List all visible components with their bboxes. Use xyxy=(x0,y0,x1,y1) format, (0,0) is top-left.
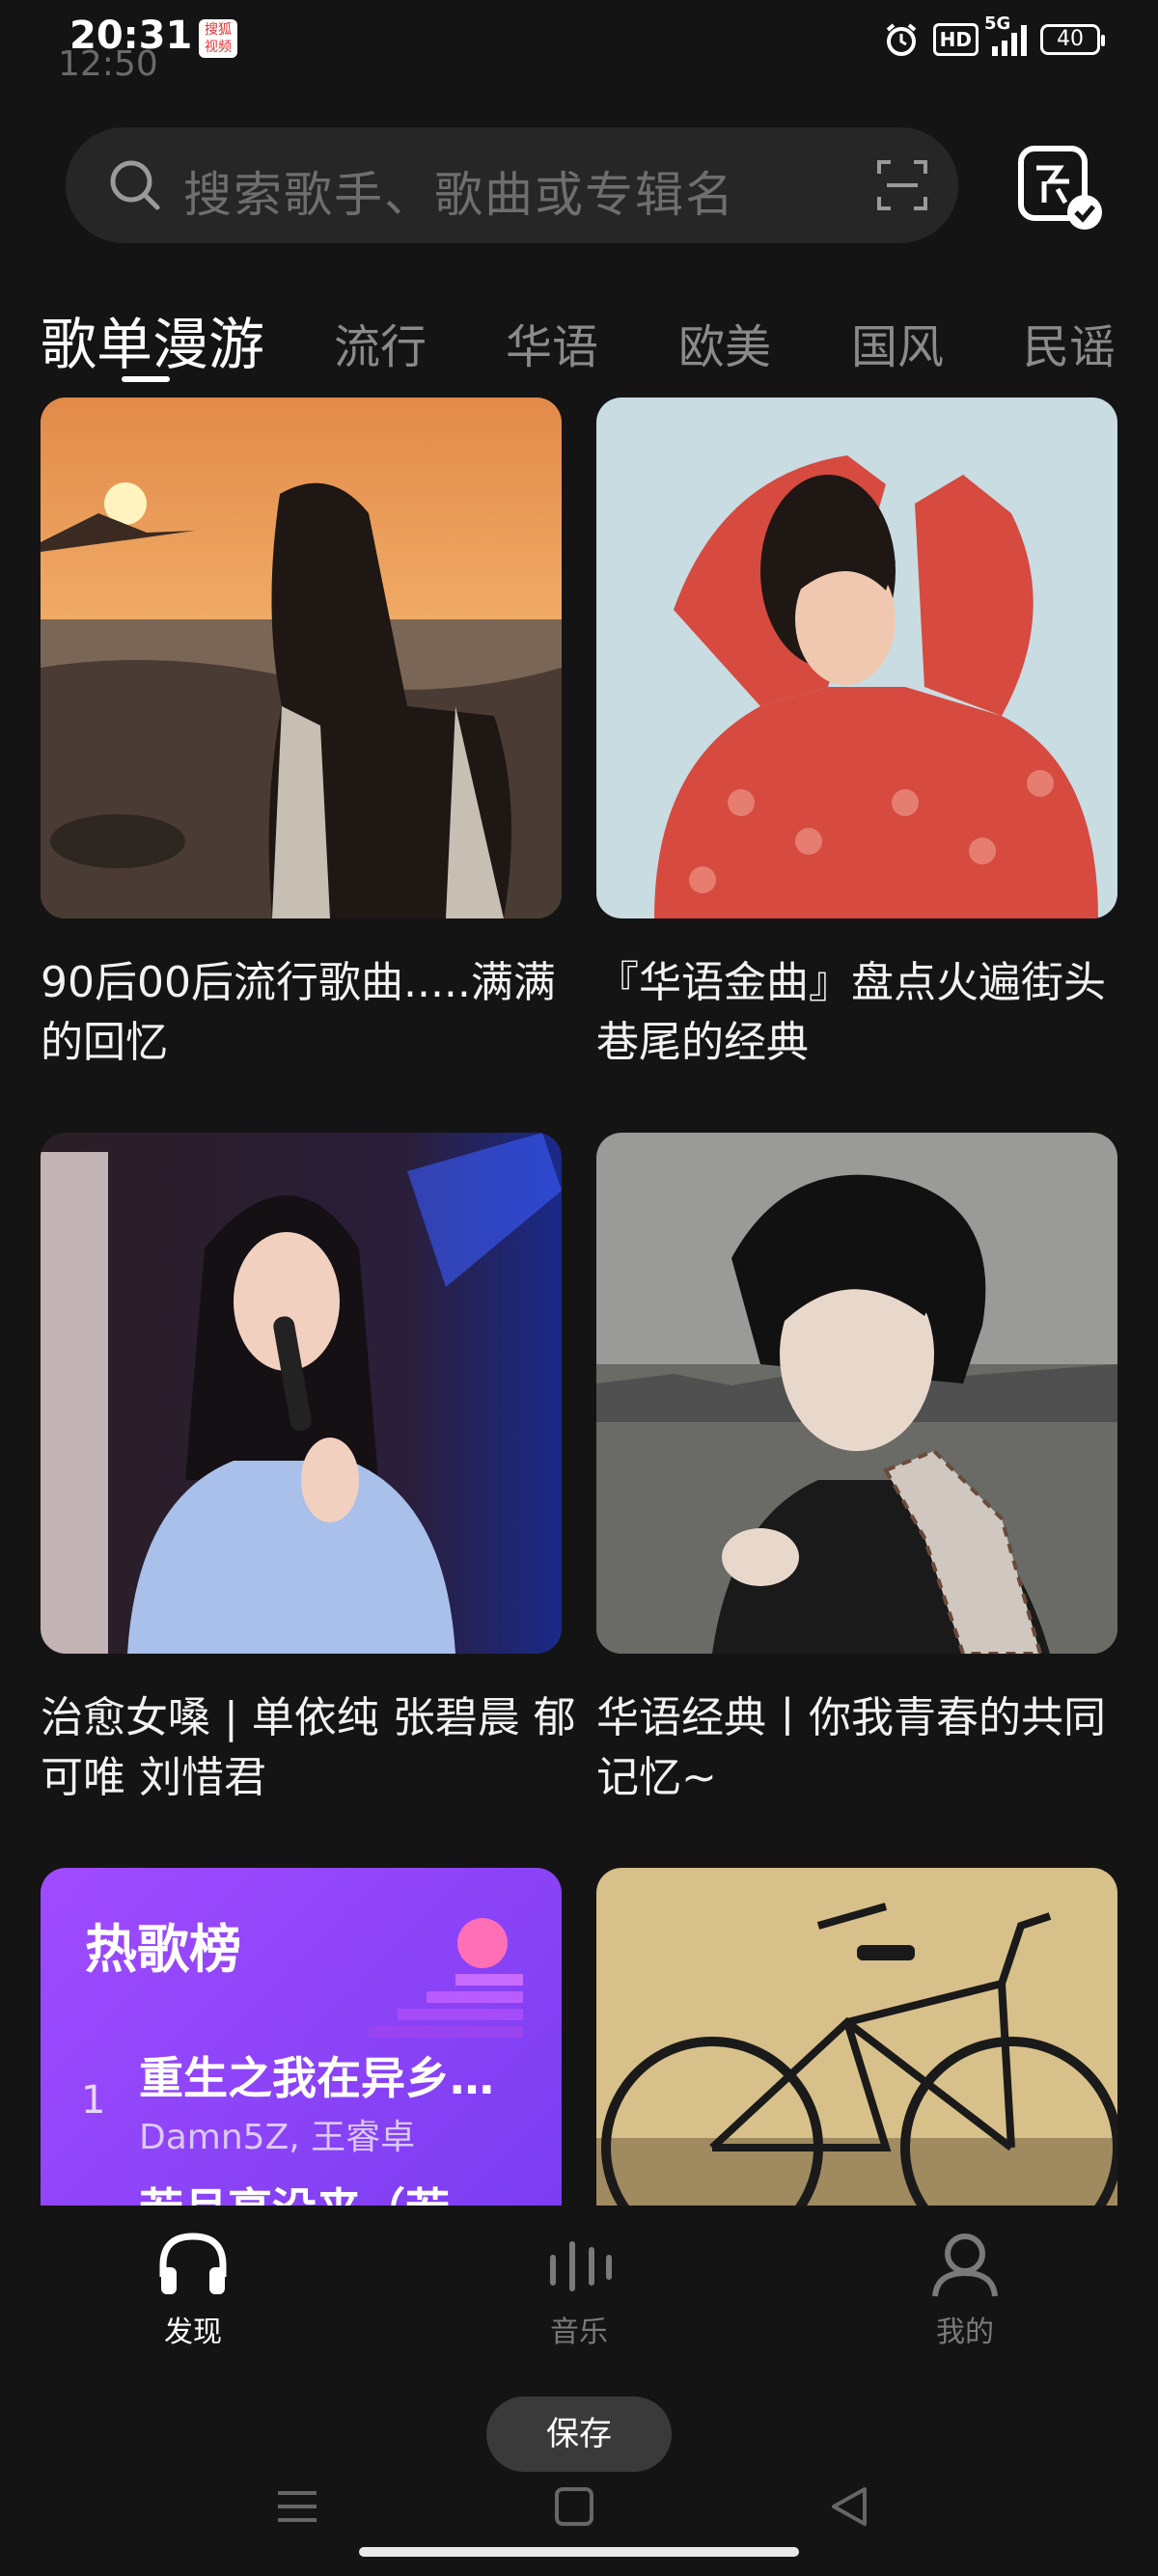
network-label: 5G xyxy=(984,14,1011,34)
search-icon xyxy=(110,160,160,210)
hot-song-title[interactable]: 重生之我在异乡… xyxy=(139,2043,494,2107)
playlist-title[interactable]: 『华语金曲』盘点火遍街头巷尾的经典 xyxy=(596,953,1137,1073)
search-bar[interactable]: 搜索歌手、歌曲或专辑名 xyxy=(66,127,958,243)
signal-icon: 5G xyxy=(984,14,1027,56)
free-mode-icon[interactable] xyxy=(1015,143,1108,235)
hot-song-artist: Damn5Z, 王睿卓 xyxy=(139,2118,416,2157)
nav-label-mine: 我的 xyxy=(936,2316,994,2349)
tab-folk[interactable]: 民谣 xyxy=(1023,309,1116,376)
nav-label-music: 音乐 xyxy=(550,2316,608,2349)
hot-chart-cover[interactable]: 热歌榜 1 重生之我在异乡… Damn5Z, 王睿卓 若月亮没来（若 xyxy=(41,1868,562,2206)
playlist-title[interactable]: 华语经典丨你我青春的共同记忆~ xyxy=(596,1688,1137,1808)
battery-icon: 40 xyxy=(1040,24,1105,55)
playlist-title[interactable]: 治愈女嗓 | 单依纯 张碧晨 郁可唯 刘惜君 xyxy=(41,1688,581,1808)
headphones-icon xyxy=(159,2233,227,2294)
playlist-cover-image[interactable] xyxy=(596,397,1117,918)
music-bars-icon xyxy=(550,2241,612,2291)
tab-chinese[interactable]: 华语 xyxy=(506,309,598,376)
playlist-cover-image[interactable] xyxy=(41,1133,562,1654)
menu-icon[interactable] xyxy=(276,2485,318,2528)
playlist-title[interactable]: 90后00后流行歌曲.....满满的回忆 xyxy=(41,953,581,1073)
playlist-cover-image[interactable] xyxy=(41,397,562,918)
tab-playlist-roam[interactable]: 歌单漫游 xyxy=(41,299,264,380)
alarm-icon xyxy=(886,23,916,56)
search-input[interactable]: 搜索歌手、歌曲或专辑名 xyxy=(183,156,735,226)
home-indicator[interactable] xyxy=(359,2547,799,2557)
hot-song-title[interactable]: 若月亮没来（若 xyxy=(139,2175,450,2206)
tab-guofeng[interactable]: 国风 xyxy=(851,309,944,376)
hot-chart-card[interactable]: 热歌榜 1 重生之我在异乡… Damn5Z, 王睿卓 若月亮没来（若 xyxy=(41,1868,562,2206)
app-notification-icon: 搜狐视频 xyxy=(199,19,237,58)
scan-icon[interactable] xyxy=(875,158,929,212)
status-time: 20:31 xyxy=(69,14,193,58)
profile-icon xyxy=(932,2233,998,2297)
nav-discover[interactable]: 发现 xyxy=(96,2229,290,2350)
stairs-decoration xyxy=(369,1974,523,2038)
playlist-card[interactable] xyxy=(596,1868,1117,2206)
hd-badge: HD xyxy=(932,23,979,56)
hot-chart-title: 热歌榜 xyxy=(85,1919,241,1980)
app-badge-label: 搜狐视频 xyxy=(205,22,232,55)
battery-level: 40 xyxy=(1057,27,1084,51)
tab-pop[interactable]: 流行 xyxy=(334,309,427,376)
back-triangle-icon[interactable] xyxy=(828,2485,870,2528)
tab-western[interactable]: 欧美 xyxy=(678,309,771,376)
status-indicators: HD 5G 40 xyxy=(883,14,1105,58)
save-button[interactable]: 保存 xyxy=(486,2397,672,2472)
playlist-cover-image[interactable] xyxy=(596,1133,1117,1654)
nav-mine[interactable]: 我的 xyxy=(868,2229,1062,2350)
rank-number: 1 xyxy=(81,2078,106,2123)
active-tab-indicator xyxy=(122,376,170,382)
playlist-cover-image[interactable] xyxy=(596,1868,1117,2206)
bottom-navigation: 发现 音乐 我的 xyxy=(0,2209,1158,2364)
nav-music[interactable]: 音乐 xyxy=(482,2229,676,2350)
category-tabs: 歌单漫游 流行 华语 欧美 国风 民谣 xyxy=(0,299,1158,386)
status-bar: 12:50 20:31 搜狐视频 HD 5G 40 xyxy=(0,0,1158,87)
home-square-icon[interactable] xyxy=(553,2485,595,2528)
nav-label-discover: 发现 xyxy=(164,2316,222,2349)
sun-decoration xyxy=(457,1918,508,1968)
